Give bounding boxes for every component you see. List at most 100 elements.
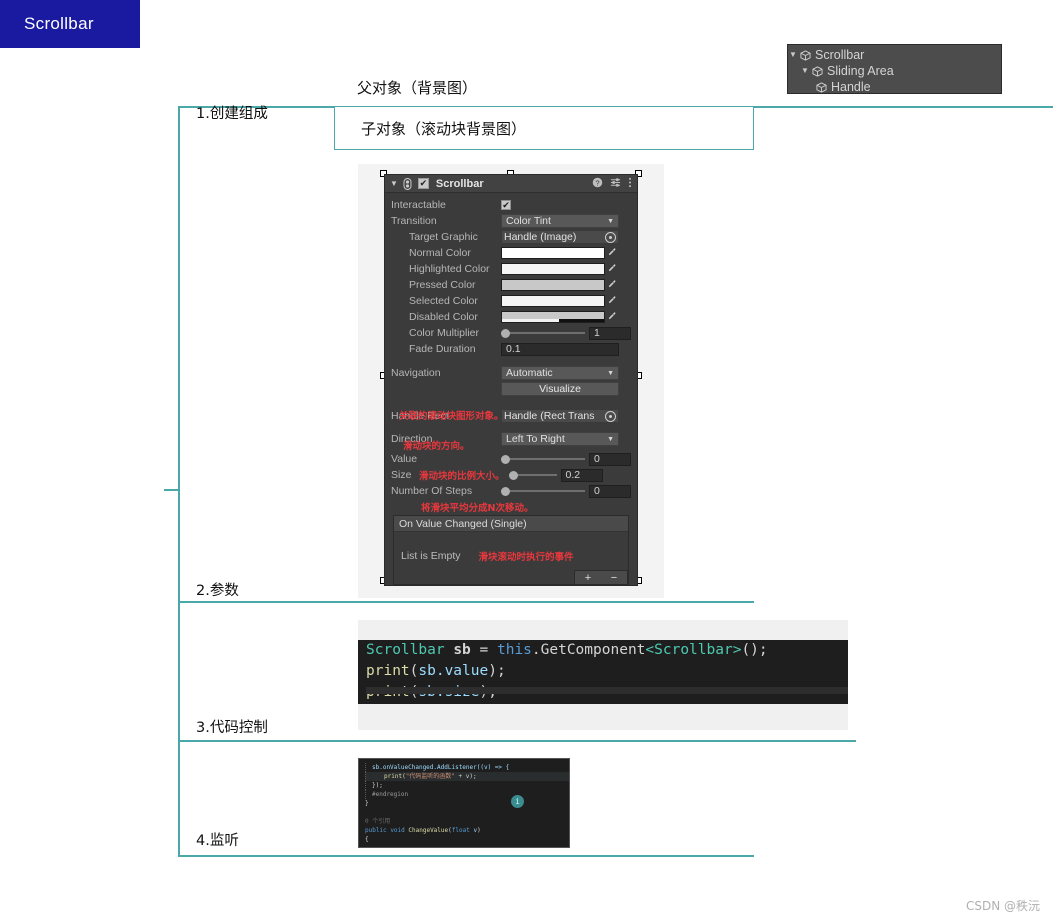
chevron-down-icon[interactable]: ▼ bbox=[800, 63, 810, 79]
fade-duration-value[interactable]: 0.1 bbox=[501, 342, 619, 356]
handle-rect-value: Handle (Rect Trans bbox=[504, 410, 595, 422]
hierarchy-row-sliding-area[interactable]: ▼ Sliding Area bbox=[788, 63, 1001, 79]
code2-fn-print: print bbox=[384, 773, 403, 780]
value-slider[interactable] bbox=[501, 453, 585, 465]
label-navigation: Navigation bbox=[391, 367, 441, 379]
row-highlighted-color[interactable]: Highlighted Color bbox=[385, 261, 637, 277]
preset-icon[interactable] bbox=[610, 177, 621, 191]
object-picker-icon[interactable] bbox=[605, 410, 616, 422]
eyedropper-icon[interactable] bbox=[605, 295, 619, 308]
transition-dropdown[interactable]: Color Tint ▼ bbox=[501, 214, 619, 228]
navigation-dropdown[interactable]: Automatic ▼ bbox=[501, 366, 619, 380]
slider-knob[interactable] bbox=[501, 486, 510, 496]
disabled-color-swatch[interactable] bbox=[501, 311, 605, 323]
hierarchy-row-scrollbar[interactable]: ▼ Scrollbar bbox=[788, 47, 1001, 63]
component-enabled-checkbox[interactable]: ✔ bbox=[417, 178, 429, 189]
row-disabled-color[interactable]: Disabled Color bbox=[385, 309, 637, 325]
code2-line-7: public void ChangeValue(float v) bbox=[365, 827, 481, 834]
help-icon[interactable]: ? bbox=[592, 177, 603, 191]
row-navigation[interactable]: Navigation Automatic ▼ bbox=[385, 365, 637, 381]
eyedropper-icon[interactable] bbox=[605, 311, 619, 324]
highlighted-color-swatch[interactable] bbox=[501, 263, 605, 275]
code2-line-1: sb.onValueChanged.AddListener((v) => { bbox=[365, 763, 569, 772]
component-header[interactable]: ▼ ✔ Scrollbar ? bbox=[385, 175, 637, 193]
normal-color-swatch[interactable] bbox=[501, 247, 605, 259]
row-normal-color[interactable]: Normal Color bbox=[385, 245, 637, 261]
slider-track bbox=[501, 490, 585, 492]
row-number-of-steps[interactable]: Number Of Steps 0 bbox=[385, 483, 637, 499]
row-transition[interactable]: Transition Color Tint ▼ bbox=[385, 213, 637, 229]
branch-line-step2 bbox=[178, 601, 754, 603]
more-options-icon[interactable] bbox=[628, 177, 632, 191]
event-add-button[interactable]: + bbox=[585, 572, 591, 584]
label-disabled-color: Disabled Color bbox=[409, 311, 478, 323]
row-size[interactable]: Size 滑动块的比例大小。 0.2 bbox=[385, 467, 637, 483]
row-fade-duration[interactable]: Fade Duration 0.1 bbox=[385, 341, 637, 357]
eyedropper-icon[interactable] bbox=[605, 247, 619, 260]
hierarchy-row-handle[interactable]: Handle bbox=[788, 79, 1001, 95]
step-label-1: 1.创建组成 bbox=[196, 106, 268, 122]
selected-color-swatch[interactable] bbox=[501, 295, 605, 307]
code2-open-brace: { bbox=[365, 836, 369, 843]
code2-endregion: #endregion bbox=[365, 790, 408, 799]
pressed-color-swatch[interactable] bbox=[501, 279, 605, 291]
object-picker-icon[interactable] bbox=[605, 231, 616, 243]
steps-number[interactable]: 0 bbox=[589, 484, 631, 498]
eyedropper-icon[interactable] bbox=[605, 263, 619, 276]
row-color-multiplier[interactable]: Color Multiplier 1 bbox=[385, 325, 637, 341]
steps-slider[interactable] bbox=[501, 485, 585, 497]
size-number[interactable]: 0.2 bbox=[560, 468, 603, 482]
row-interactable[interactable]: Interactable ✔ bbox=[385, 197, 637, 213]
intellisense-bulb-icon[interactable]: i bbox=[511, 795, 524, 808]
code-block-listener[interactable]: sb.onValueChanged.AddListener((v) => { p… bbox=[358, 758, 570, 848]
visualize-button[interactable]: Visualize bbox=[501, 382, 619, 396]
row-selected-color[interactable]: Selected Color bbox=[385, 293, 637, 309]
event-empty-label: List is Empty bbox=[401, 550, 461, 562]
chevron-down-icon[interactable]: ▼ bbox=[390, 179, 398, 188]
chevron-down-icon[interactable]: ▼ bbox=[788, 47, 798, 63]
code2-line-6: 0 个引用 bbox=[365, 817, 569, 826]
event-buttons[interactable]: + − bbox=[574, 570, 628, 585]
label-selected-color: Selected Color bbox=[409, 295, 478, 307]
page-fold-corner bbox=[1040, 0, 1054, 14]
code2-kw-void: void bbox=[390, 827, 405, 834]
hierarchy-label-sliding-area: Sliding Area bbox=[827, 64, 894, 78]
slider-knob[interactable] bbox=[501, 454, 510, 464]
slider-knob[interactable] bbox=[501, 328, 510, 338]
watermark: CSDN @秩沅 bbox=[965, 899, 1040, 913]
on-value-changed-event-box[interactable]: On Value Changed (Single) List is Empty … bbox=[393, 515, 629, 585]
code2-spacer bbox=[365, 808, 569, 817]
scrollbar-component-inspector[interactable]: ▼ ✔ Scrollbar ? Interactable ✔ Transitio… bbox=[384, 174, 638, 586]
target-graphic-object-field[interactable]: Handle (Image) bbox=[501, 230, 619, 244]
row-target-graphic[interactable]: Target Graphic Handle (Image) bbox=[385, 229, 637, 245]
horizontal-scrollbar[interactable] bbox=[366, 687, 848, 694]
handle-rect-object-field[interactable]: Handle (Rect Trans bbox=[501, 409, 619, 423]
hierarchy-panel[interactable]: ▼ Scrollbar ▼ Sliding Area Handle bbox=[787, 44, 1002, 94]
color-multiplier-value[interactable]: 1 bbox=[589, 326, 631, 340]
code-block-control[interactable]: Scrollbar sb = this.GetComponent<Scrollb… bbox=[358, 640, 848, 704]
interactable-checkbox[interactable]: ✔ bbox=[501, 200, 511, 210]
value-number[interactable]: 0 bbox=[589, 452, 631, 466]
code2-addlistener: sb.onValueChanged.AddListener((v) => { bbox=[365, 763, 509, 772]
event-remove-button[interactable]: − bbox=[611, 572, 617, 584]
transition-value: Color Tint bbox=[506, 215, 551, 227]
scrollbar-component-icon bbox=[402, 177, 413, 190]
row-value[interactable]: Value 0 bbox=[385, 451, 637, 467]
code2-line-3: }); bbox=[365, 781, 569, 790]
root-node-scrollbar[interactable]: Scrollbar bbox=[0, 0, 1054, 48]
row-pressed-color[interactable]: Pressed Color bbox=[385, 277, 637, 293]
code-fn-print: print bbox=[366, 663, 410, 679]
eyedropper-icon[interactable] bbox=[605, 279, 619, 292]
label-color-multiplier: Color Multiplier bbox=[409, 327, 480, 339]
label-interactable: Interactable bbox=[391, 199, 446, 211]
code2-string-arg: "代码监听的函数" bbox=[405, 773, 455, 780]
size-slider[interactable] bbox=[508, 469, 557, 481]
direction-dropdown[interactable]: Left To Right ▼ bbox=[501, 432, 619, 446]
color-multiplier-slider[interactable] bbox=[501, 327, 585, 339]
code-line-2: print(sb.value); bbox=[366, 661, 848, 682]
code2-kw-public: public bbox=[365, 827, 387, 834]
row-visualize[interactable]: Visualize bbox=[385, 381, 637, 397]
annotation-steps: 将滑块平均分成N次移动。 bbox=[421, 503, 534, 514]
slider-knob[interactable] bbox=[508, 470, 518, 480]
label-size: Size bbox=[391, 469, 412, 481]
